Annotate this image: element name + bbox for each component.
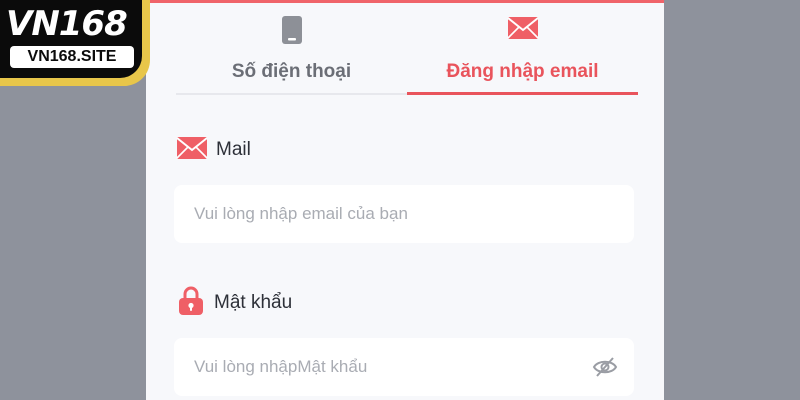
logo-badge: VN168 VN168.SITE xyxy=(0,0,142,78)
tab-email-label: Đăng nhập email xyxy=(446,61,599,82)
mail-label: Mail xyxy=(216,139,251,160)
eye-off-icon[interactable] xyxy=(592,355,618,384)
password-input[interactable] xyxy=(192,356,586,378)
active-tab-indicator xyxy=(407,92,638,95)
tab-phone[interactable]: Số điện thoại xyxy=(176,3,407,95)
logo-site: VN168.SITE xyxy=(10,46,134,68)
envelope-icon xyxy=(176,136,208,165)
envelope-icon xyxy=(506,15,539,46)
mail-label-row: Mail xyxy=(176,135,251,165)
phone-icon xyxy=(281,15,303,50)
tab-email[interactable]: Đăng nhập email xyxy=(407,3,638,95)
email-input[interactable] xyxy=(192,203,586,225)
password-label: Mật khẩu xyxy=(214,292,293,313)
login-panel: Số điện thoại Đăng nhập email Mail Vui l… xyxy=(146,0,664,400)
password-label-row: Mật khẩu xyxy=(176,286,293,321)
email-field-box xyxy=(174,185,634,243)
tab-phone-label: Số điện thoại xyxy=(231,61,352,82)
password-field-box xyxy=(174,338,634,396)
login-tabs: Số điện thoại Đăng nhập email xyxy=(176,3,638,95)
brand-logo: VN168 VN168.SITE xyxy=(0,0,150,86)
logo-title: VN168 xyxy=(6,4,128,44)
lock-icon xyxy=(176,286,206,321)
